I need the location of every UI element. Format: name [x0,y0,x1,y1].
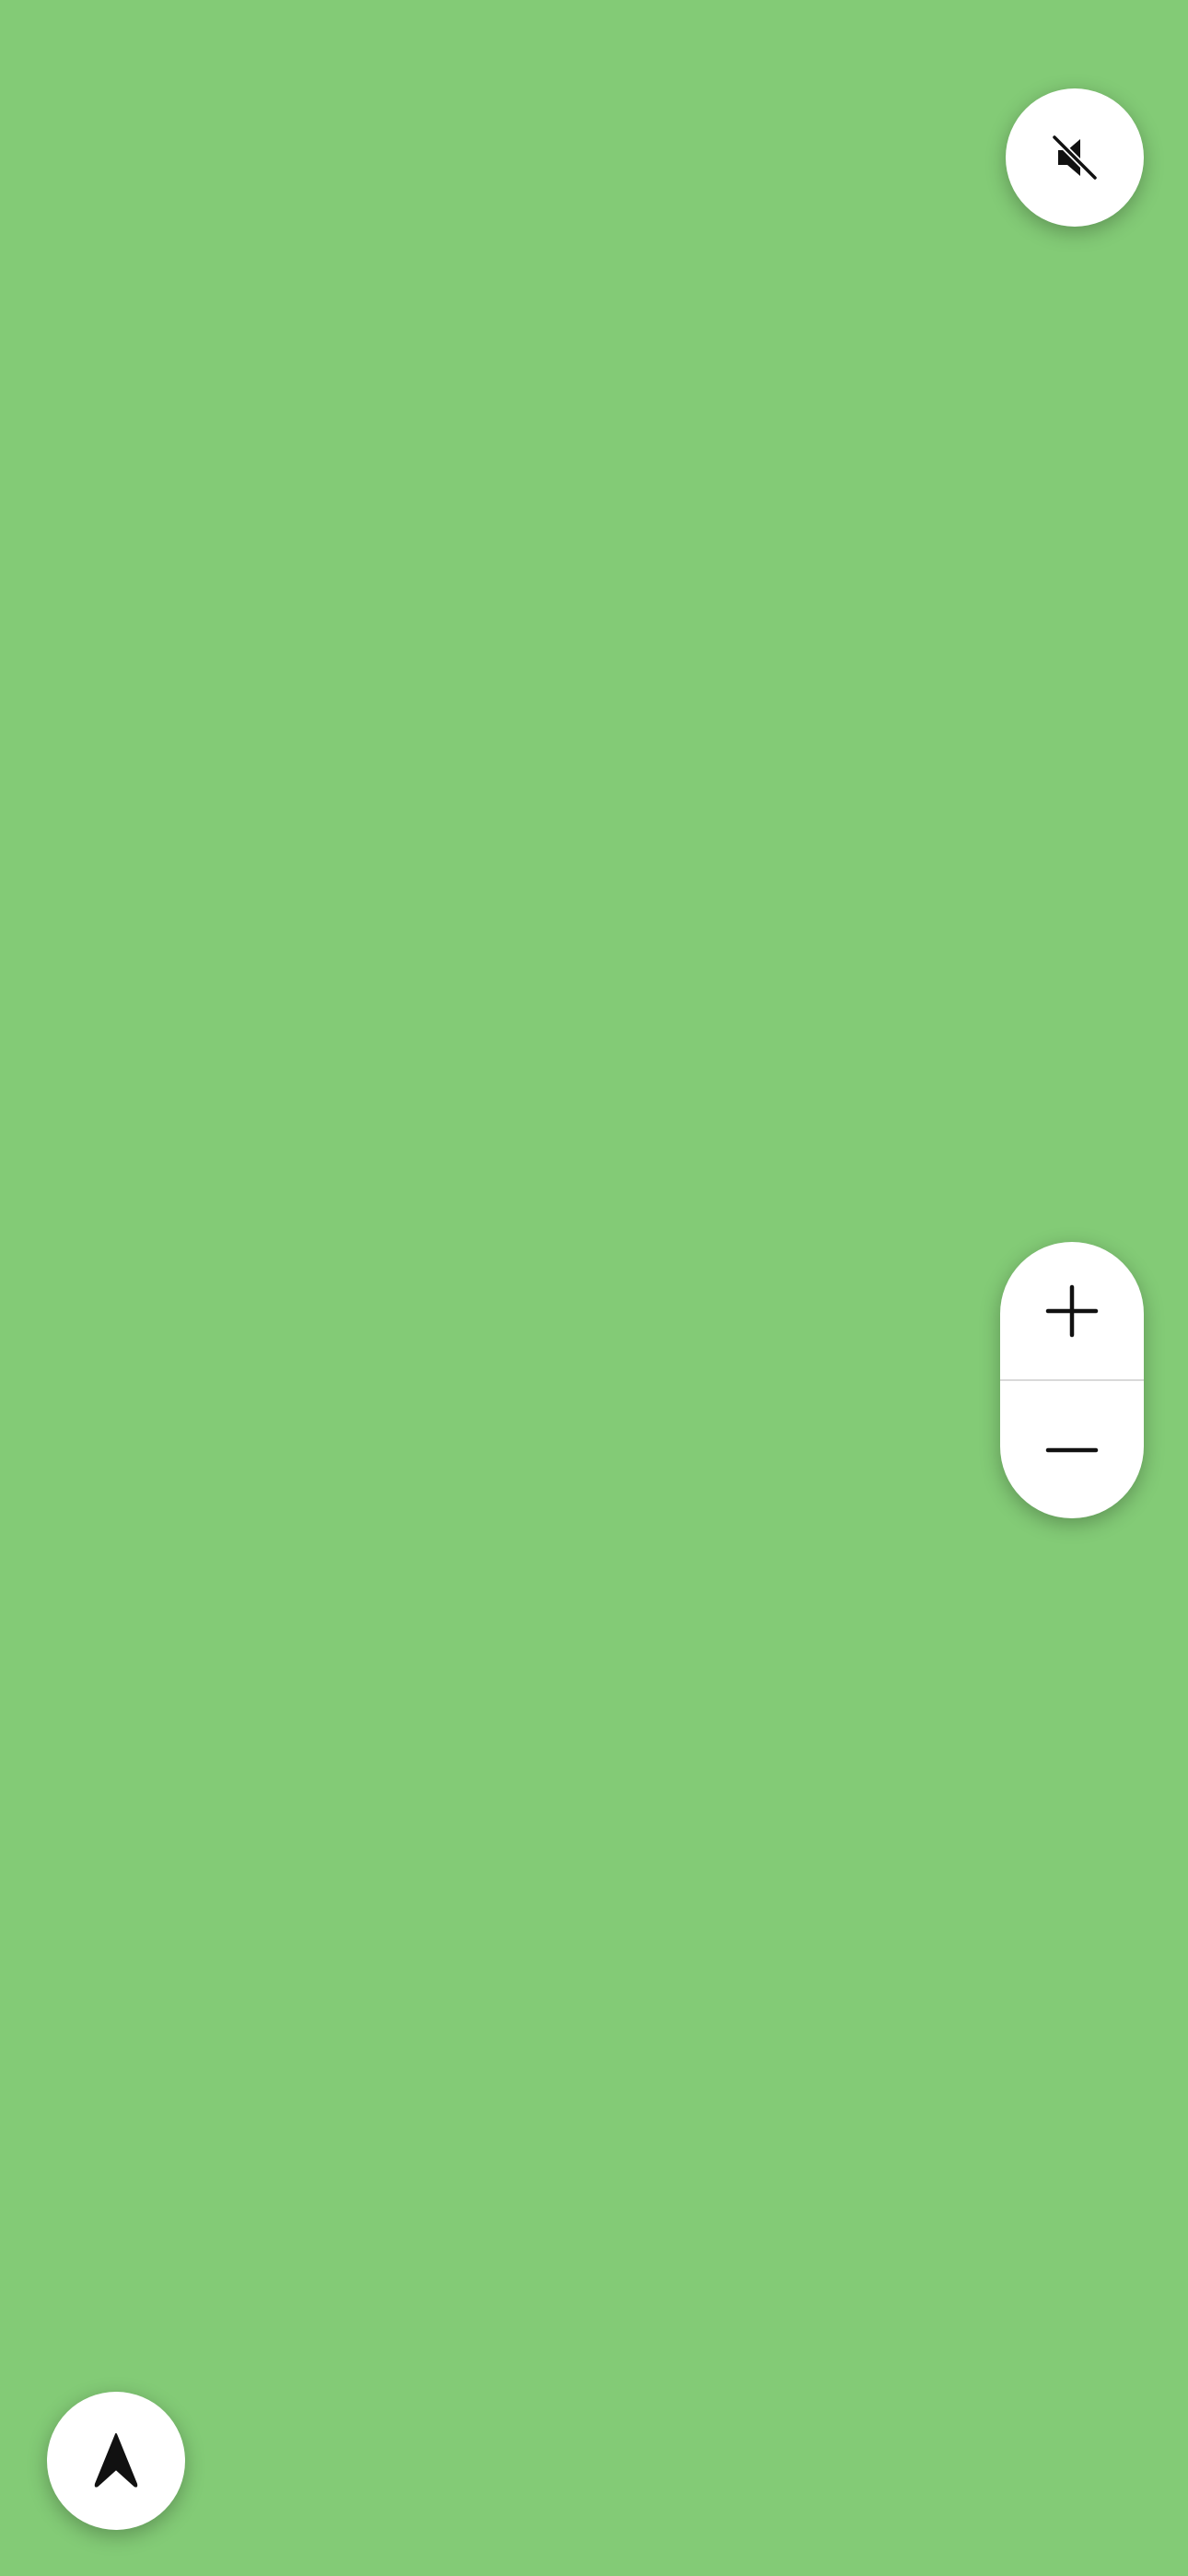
zoom-in-button[interactable] [1000,1242,1144,1379]
speaker-muted-icon [1049,132,1101,183]
minus-icon [1044,1423,1100,1478]
zoom-out-button[interactable] [1000,1381,1144,1518]
navigation-arrow-icon [93,2432,139,2489]
recenter-button[interactable] [47,2392,185,2530]
map-canvas[interactable] [0,0,1188,2576]
zoom-control [1000,1242,1144,1518]
plus-icon [1044,1283,1100,1339]
mute-button[interactable] [1006,88,1144,227]
